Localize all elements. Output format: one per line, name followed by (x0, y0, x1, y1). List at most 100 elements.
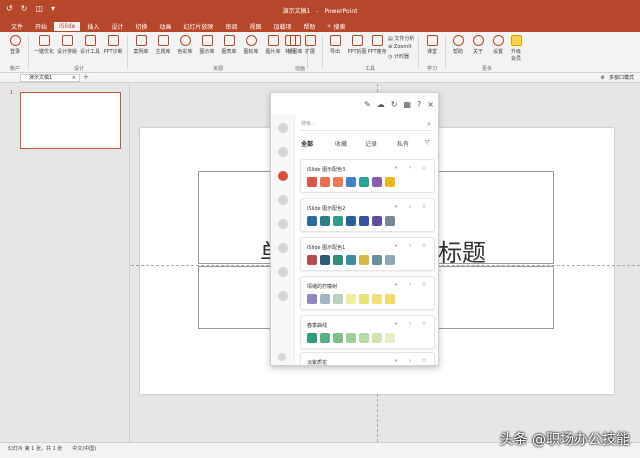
color-swatch[interactable] (307, 333, 317, 343)
color-swatch[interactable] (372, 216, 382, 226)
color-swatch[interactable] (320, 333, 330, 343)
color-swatch[interactable] (307, 255, 317, 265)
tab-animations[interactable]: 动画 (154, 21, 176, 32)
tab-view[interactable]: 视图 (244, 21, 266, 32)
favorite-star-icon[interactable]: ☆ (420, 242, 428, 250)
tween-button[interactable]: 补间 (279, 35, 301, 55)
tab-addins[interactable]: 加载项 (268, 21, 296, 32)
design-tools-button[interactable]: 设计工具 (79, 35, 101, 55)
tab-file[interactable]: 文件 (6, 21, 28, 32)
apply-icon[interactable]: » (392, 242, 400, 250)
favorite-star-icon[interactable]: ☆ (420, 281, 428, 289)
color-swatch[interactable] (333, 294, 343, 304)
color-swatch[interactable] (346, 177, 356, 187)
case-library-button[interactable]: 案例库 (130, 35, 152, 55)
tab-review[interactable]: 审阅 (220, 21, 242, 32)
language[interactable]: 中文(中国) (72, 445, 96, 452)
timer-button[interactable]: ◷ 计时器 (388, 53, 409, 60)
ppt-slim-button[interactable]: PPT瘦身 (366, 35, 388, 55)
camera-icon[interactable] (278, 123, 288, 133)
pie-chart-icon[interactable] (278, 219, 288, 229)
ppt-diagnosis-button[interactable]: PPT诊断 (102, 35, 124, 55)
color-swatch[interactable] (372, 177, 382, 187)
favorite-star-icon[interactable]: ☆ (420, 164, 428, 172)
color-swatch[interactable] (372, 333, 382, 343)
diagram-library-button[interactable]: 图示库 (196, 35, 218, 55)
favorite-star-icon[interactable]: ☆ (420, 320, 428, 328)
color-swatch[interactable] (346, 255, 356, 265)
login-button[interactable]: 登录 (4, 35, 26, 55)
color-swatch[interactable] (385, 216, 395, 226)
apply-icon[interactable]: » (392, 164, 400, 172)
palette-card[interactable]: iSlide 图示配色2 » › ☆ (300, 198, 435, 232)
palette-card[interactable]: iSlide 图示配色1 » › ☆ (300, 237, 435, 271)
filter-icon[interactable]: ▽ (425, 139, 430, 146)
color-swatch[interactable] (359, 333, 369, 343)
color-swatch[interactable] (385, 177, 395, 187)
cloud-upload-icon[interactable]: ☁ (377, 100, 385, 109)
chart-library-button[interactable]: 图表库 (218, 35, 240, 55)
apply-icon[interactable]: » (392, 281, 400, 289)
palette-card[interactable]: 春季曲线 » › ☆ (300, 315, 435, 349)
color-swatch[interactable] (307, 177, 317, 187)
brush-icon[interactable] (278, 291, 288, 301)
filter-favorites[interactable]: 收藏 (335, 139, 347, 148)
document-tab[interactable]: 演示文稿1 × (20, 74, 80, 82)
tab-home[interactable]: 开始 (30, 21, 52, 32)
color-swatch[interactable] (385, 294, 395, 304)
color-swatch[interactable] (307, 216, 317, 226)
filter-private[interactable]: 私有 (397, 139, 409, 148)
color-library-button[interactable]: 色彩库 (174, 35, 196, 55)
grid-icon[interactable]: ▦ (403, 100, 411, 109)
extend-button[interactable]: 扩展 (299, 35, 321, 55)
icon-library-button[interactable]: 图标库 (240, 35, 262, 55)
apply-icon[interactable]: » (392, 203, 400, 211)
class-button[interactable]: 课堂 (421, 35, 443, 55)
optimize-button[interactable]: 一键优化 (33, 35, 55, 55)
export-button[interactable]: 导出 (324, 35, 346, 55)
upgrade-button[interactable]: 升级 会员 (505, 35, 527, 62)
color-swatch[interactable] (359, 177, 369, 187)
favorite-star-icon[interactable]: ☆ (420, 203, 428, 211)
palette-card[interactable]: 情绪的柠檬树 » › ☆ (300, 276, 435, 310)
collapse-icon[interactable] (278, 353, 286, 361)
apply-icon[interactable]: » (392, 320, 400, 328)
color-swatch[interactable] (359, 294, 369, 304)
palette-card[interactable]: 淡紫质花 » › ☆ (300, 352, 435, 365)
expand-icon[interactable]: › (406, 164, 414, 172)
about-button[interactable]: 关于 (467, 35, 489, 55)
favorite-star-icon[interactable]: ☆ (420, 357, 428, 365)
color-swatch[interactable] (333, 216, 343, 226)
color-swatch[interactable] (307, 294, 317, 304)
zoomit-button[interactable]: ⊕ ZoomIt (388, 44, 412, 50)
slide-thumbnail[interactable] (20, 92, 121, 149)
help-icon[interactable]: ? (417, 100, 421, 109)
color-swatch[interactable] (333, 333, 343, 343)
edit-icon[interactable]: ✎ (364, 100, 371, 109)
tab-slideshow[interactable]: 幻灯片放映 (178, 21, 218, 32)
search-icon[interactable]: ⌕ (427, 119, 431, 129)
color-swatch[interactable] (346, 216, 356, 226)
expand-icon[interactable]: › (406, 203, 414, 211)
color-swatch[interactable] (333, 255, 343, 265)
star-icon[interactable] (278, 243, 288, 253)
image-icon[interactable] (278, 267, 288, 277)
tab-islide[interactable]: iSlide (54, 21, 81, 31)
tab-transitions[interactable]: 切换 (130, 21, 152, 32)
theme-library-button[interactable]: 主题库 (152, 35, 174, 55)
color-swatch[interactable] (346, 333, 356, 343)
filter-history[interactable]: 记录 (365, 139, 377, 148)
panel-search-input[interactable]: 搜索... ⌕ (299, 119, 433, 131)
refresh-icon[interactable]: ↻ (391, 100, 398, 109)
close-tab-icon[interactable]: × (72, 75, 76, 81)
color-swatch[interactable] (320, 177, 330, 187)
palette-card[interactable]: iSlide 图示配色3 » › ☆ (300, 159, 435, 193)
color-swatch[interactable] (320, 294, 330, 304)
color-swatch[interactable] (320, 216, 330, 226)
expand-icon[interactable]: › (406, 320, 414, 328)
tell-me-search[interactable]: ✧ 搜索 (326, 22, 345, 31)
expand-icon[interactable]: › (406, 242, 414, 250)
color-swatch[interactable] (359, 255, 369, 265)
expand-icon[interactable]: › (406, 357, 414, 365)
color-swatch[interactable] (320, 255, 330, 265)
